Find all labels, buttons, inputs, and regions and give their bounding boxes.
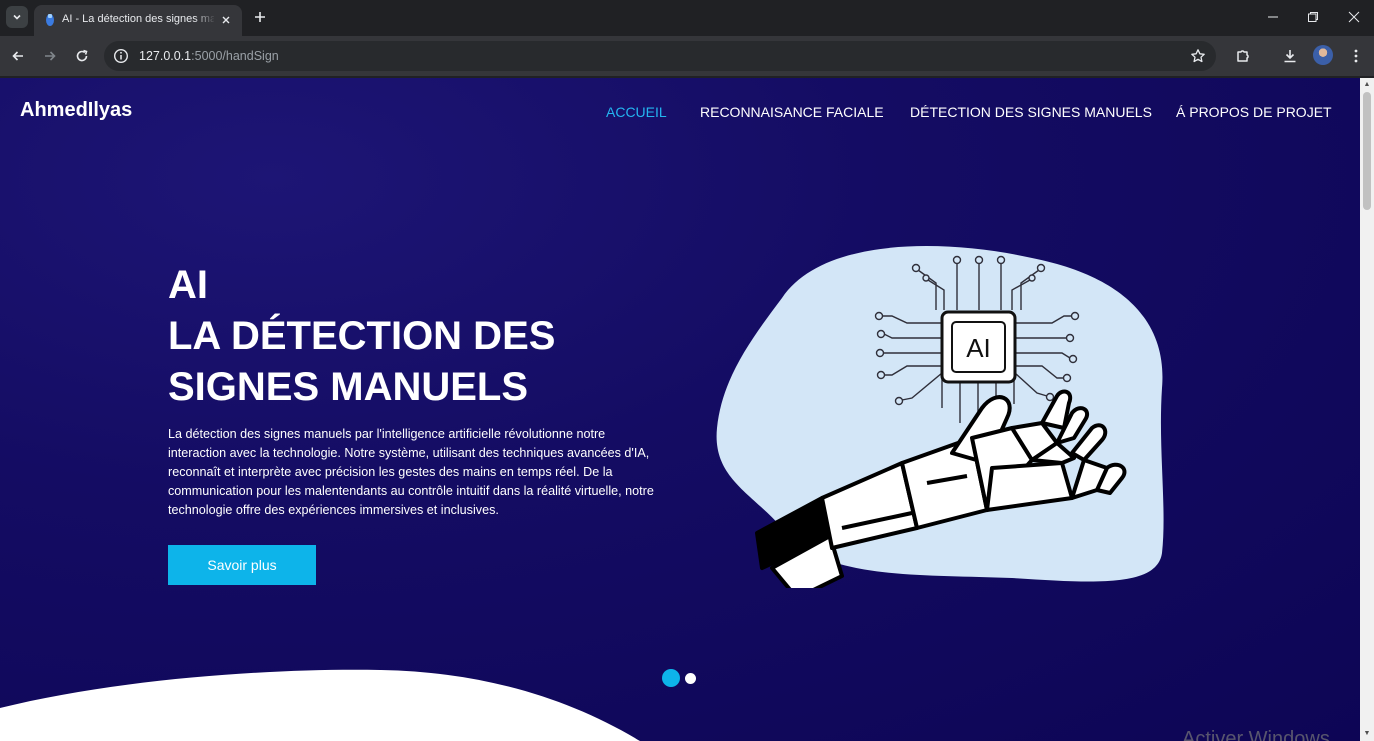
hero-title-line-3: SIGNES MANUELS [168, 365, 529, 409]
browser-menu-button[interactable] [1346, 46, 1366, 66]
address-bar[interactable]: 127.0.0.1:5000/handSign [104, 41, 1216, 71]
info-icon[interactable] [113, 48, 129, 64]
reload-icon [76, 49, 88, 62]
hero-title-line-1: AI [168, 263, 208, 307]
page-scrollbar[interactable]: ▲ ▼ [1360, 78, 1374, 741]
plus-icon [255, 12, 265, 22]
browser-toolbar: 127.0.0.1:5000/handSign [0, 36, 1374, 76]
hero-title-line-2: LA DÉTECTION DES [168, 314, 556, 358]
close-tab-button[interactable] [218, 12, 234, 28]
savoir-plus-button[interactable]: Savoir plus [168, 545, 316, 585]
favicon-icon [46, 14, 54, 26]
scrollbar-thumb[interactable] [1363, 92, 1371, 210]
window-close-button[interactable] [1342, 6, 1366, 28]
minimize-icon [1268, 16, 1278, 18]
hero-title: AI LA DÉTECTION DES SIGNES MANUELS [168, 260, 688, 413]
tab-title-fade [194, 9, 216, 31]
url-path: :5000/handSign [191, 49, 279, 63]
reload-button[interactable] [72, 46, 92, 66]
tab-strip: AI - La détection des signes manuels [0, 0, 1374, 36]
ai-chip-label: AI [966, 333, 991, 363]
page-viewport: AhmedIlyas Accueil Reconnaisance faciale… [0, 78, 1360, 741]
extensions-icon [1237, 50, 1249, 62]
site-logo[interactable]: AhmedIlyas [20, 99, 132, 122]
restore-icon [1308, 12, 1318, 22]
star-icon[interactable] [1190, 48, 1206, 64]
robot-hand-illustration: AI [716, 246, 1164, 588]
url-host: 127.0.0.1 [139, 49, 192, 63]
scroll-down-arrow[interactable]: ▼ [1363, 730, 1371, 738]
chevron-down-icon [13, 14, 21, 20]
close-icon [222, 16, 230, 24]
url-text[interactable]: 127.0.0.1:5000/handSign [139, 49, 279, 63]
window-close-icon [1348, 11, 1360, 23]
download-icon [1284, 50, 1296, 63]
restore-button[interactable] [1301, 6, 1325, 28]
ai-chip: AI [940, 310, 1017, 384]
bottom-wave [0, 669, 640, 741]
hero-description: La détection des signes manuels par l'in… [168, 427, 654, 517]
nav-accueil[interactable]: Accueil [606, 104, 667, 120]
back-icon [12, 51, 23, 61]
windows-activation-watermark: Activer Windows [1182, 728, 1330, 741]
forward-icon [45, 51, 56, 61]
tab-title: AI - La détection des signes manuels [62, 13, 214, 25]
back-button[interactable] [8, 46, 28, 66]
scroll-up-arrow[interactable]: ▲ [1363, 81, 1371, 89]
menu-icon [1354, 49, 1358, 63]
forward-button[interactable] [40, 46, 60, 66]
nav-reconnaisance-faciale[interactable]: Reconnaisance faciale [700, 104, 884, 120]
profile-avatar[interactable] [1313, 45, 1333, 65]
nav-a-propos[interactable]: Á propos de projet [1176, 104, 1332, 120]
new-tab-button[interactable] [250, 7, 270, 27]
minimize-button[interactable] [1261, 6, 1285, 28]
browser-tab[interactable]: AI - La détection des signes manuels [34, 5, 242, 36]
downloads-button[interactable] [1280, 46, 1300, 66]
tab-list-button[interactable] [6, 6, 28, 28]
nav-detection-signes[interactable]: Détection des signes manuels [910, 104, 1152, 120]
extensions-button[interactable] [1233, 46, 1253, 66]
